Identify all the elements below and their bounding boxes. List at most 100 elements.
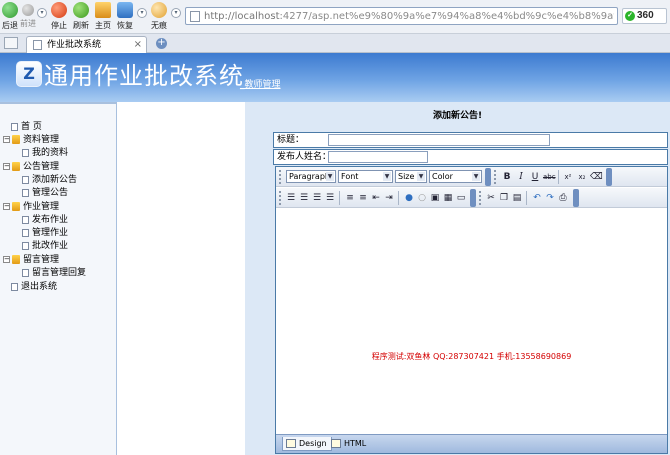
forward-arrow-icon xyxy=(22,4,34,16)
sidebar-item-grade-homework[interactable]: 批改作业 xyxy=(22,240,68,252)
page-icon xyxy=(22,148,29,157)
paste-icon[interactable]: ▤ xyxy=(511,192,523,204)
page-icon xyxy=(22,268,29,277)
toolbar-grip-icon[interactable] xyxy=(479,191,483,205)
address-bar[interactable]: http://localhost:4277/asp.net%e9%80%9a%e… xyxy=(185,7,618,25)
page-icon xyxy=(11,122,18,131)
copy-icon[interactable]: ❐ xyxy=(498,192,510,204)
paragraph-select[interactable]: Paragraph ▼ xyxy=(286,170,336,183)
home-icon xyxy=(95,2,111,18)
url-text[interactable]: http://localhost:4277/asp.net%e9%80%9a%e… xyxy=(204,10,614,23)
sidebar-item-my-profile[interactable]: 我的资料 xyxy=(22,147,68,159)
unlink-icon[interactable]: ○ xyxy=(416,192,428,204)
main-content: 添加新公告! 标题： 发布人姓名： Paragraph ▼ Font ▼ Size ▼… xyxy=(245,102,670,455)
color-select[interactable]: Color ▼ xyxy=(429,170,482,183)
toolbar-separator xyxy=(339,191,340,205)
publisher-row: 发布人姓名： xyxy=(273,149,668,165)
security-360-badge[interactable]: ✓ 360 xyxy=(622,8,667,24)
check-icon: ✓ xyxy=(625,11,635,21)
print-icon[interactable]: ⎙ xyxy=(557,192,569,204)
sidebar-item-logout[interactable]: 退出系统 xyxy=(11,281,57,293)
unordered-list-icon[interactable]: ≡ xyxy=(357,192,369,204)
align-right-icon[interactable]: ☰ xyxy=(311,192,323,204)
collapse-icon[interactable]: − xyxy=(3,256,10,263)
folder-icon xyxy=(12,202,20,211)
stop-button[interactable]: 停止 xyxy=(50,2,68,31)
app-subtitle[interactable]: _教师管理 xyxy=(240,77,281,90)
collapse-icon[interactable]: − xyxy=(3,163,10,170)
sidebar-item-publish-homework[interactable]: 发布作业 xyxy=(22,214,68,226)
restore-button[interactable]: 恢复 xyxy=(116,2,134,31)
forward-button[interactable]: 前进 xyxy=(20,2,36,29)
incognito-button[interactable]: 无痕 xyxy=(150,2,168,31)
toolbar-end-icon xyxy=(606,168,612,186)
browser-toolbar: 后退 前进 ▾ 停止 刷新 主页 恢复 ▾ 无痕 ▾ http://localh… xyxy=(0,0,670,34)
cut-icon[interactable]: ✂ xyxy=(485,192,497,204)
tab-strip: 作业批改系统 × + xyxy=(0,34,670,53)
sidebar-item-add-notice[interactable]: 添加新公告 xyxy=(22,174,77,186)
sidebar-item-profile-management[interactable]: − 资料管理 xyxy=(3,134,59,146)
subscript-button[interactable]: x₂ xyxy=(576,171,588,183)
sidebar-item-homework-management[interactable]: − 作业管理 xyxy=(3,201,59,213)
tab-html[interactable]: HTML xyxy=(328,437,370,451)
home-button[interactable]: 主页 xyxy=(94,2,112,31)
italic-button[interactable]: I xyxy=(515,171,527,183)
page-icon xyxy=(22,228,29,237)
size-select[interactable]: Size ▼ xyxy=(395,170,427,183)
publisher-input[interactable] xyxy=(328,151,428,163)
collapse-icon[interactable]: − xyxy=(3,136,10,143)
sidebar-item-message-reply[interactable]: 留言管理回复 xyxy=(22,267,86,279)
tab-list-button[interactable] xyxy=(4,37,18,49)
close-icon[interactable]: × xyxy=(134,38,142,51)
back-button[interactable]: 后退 xyxy=(2,2,18,31)
editor-mode-bar: Design HTML xyxy=(276,434,667,453)
link-icon[interactable]: ● xyxy=(403,192,415,204)
toolbar-grip-icon[interactable] xyxy=(494,170,498,184)
refresh-button[interactable]: 刷新 xyxy=(72,2,90,31)
toolbar-separator xyxy=(558,170,559,184)
editor-body[interactable]: 程序测试:双鱼林 QQ:287307421 手机:13558690869 xyxy=(276,209,667,434)
chevron-down-icon: ▼ xyxy=(326,172,334,181)
font-select[interactable]: Font ▼ xyxy=(338,170,393,183)
sidebar-item-message-management[interactable]: − 留言管理 xyxy=(3,254,59,266)
superscript-button[interactable]: x² xyxy=(562,171,574,183)
align-center-icon[interactable]: ☰ xyxy=(298,192,310,204)
restore-dropdown-icon[interactable]: ▾ xyxy=(137,8,147,18)
outdent-icon[interactable]: ⇤ xyxy=(370,192,382,204)
sidebar-item-notice-management[interactable]: − 公告管理 xyxy=(3,161,59,173)
align-left-icon[interactable]: ☰ xyxy=(285,192,297,204)
page-icon xyxy=(190,11,200,22)
forward-dropdown-icon[interactable]: ▾ xyxy=(37,8,47,18)
align-justify-icon[interactable]: ☰ xyxy=(324,192,336,204)
sidebar-item-home[interactable]: 首 页 xyxy=(11,121,42,133)
toolbar-end-icon xyxy=(573,189,579,207)
chevron-down-icon: ▼ xyxy=(383,172,391,181)
underline-button[interactable]: U xyxy=(529,171,541,183)
horizontal-rule-icon[interactable]: ▭ xyxy=(455,192,467,204)
incognito-dropdown-icon[interactable]: ▾ xyxy=(171,8,181,18)
ordered-list-icon[interactable]: ≡ xyxy=(344,192,356,204)
toolbar-separator xyxy=(398,191,399,205)
redo-icon[interactable]: ↷ xyxy=(544,192,556,204)
eraser-icon[interactable]: ⌫ xyxy=(590,171,603,183)
refresh-icon xyxy=(73,2,89,18)
new-tab-button[interactable]: + xyxy=(156,38,167,49)
strikethrough-button[interactable]: abc xyxy=(543,171,556,183)
tab-active[interactable]: 作业批改系统 × xyxy=(26,36,147,53)
collapse-icon[interactable]: − xyxy=(3,203,10,210)
title-input[interactable] xyxy=(328,134,550,146)
table-icon[interactable]: ▦ xyxy=(442,192,454,204)
bold-button[interactable]: B xyxy=(501,171,513,183)
indent-icon[interactable]: ⇥ xyxy=(383,192,395,204)
toolbar-end-icon xyxy=(470,189,476,207)
restore-icon xyxy=(117,2,133,18)
sidebar-item-manage-notices[interactable]: 管理公告 xyxy=(22,187,68,199)
publisher-label: 发布人姓名： xyxy=(277,152,332,162)
toolbar-grip-icon[interactable] xyxy=(279,191,283,205)
image-icon[interactable]: ▣ xyxy=(429,192,441,204)
sidebar-item-manage-homework[interactable]: 管理作业 xyxy=(22,227,68,239)
toolbar-grip-icon[interactable] xyxy=(279,170,283,184)
tab-design[interactable]: Design xyxy=(282,437,332,451)
undo-icon[interactable]: ↶ xyxy=(531,192,543,204)
stop-icon xyxy=(51,2,67,18)
